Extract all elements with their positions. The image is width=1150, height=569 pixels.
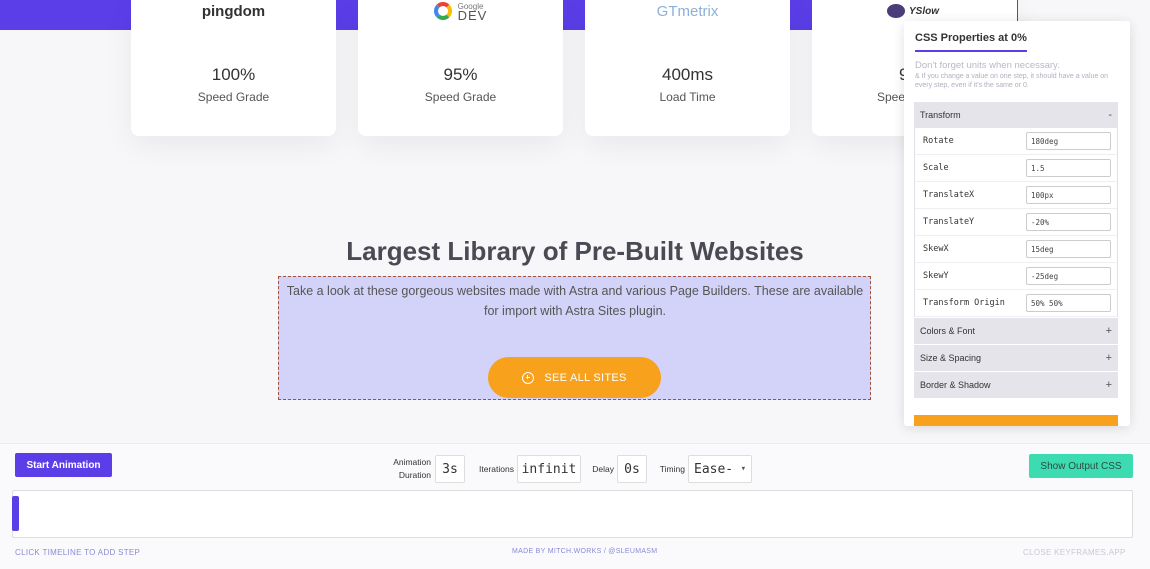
prop-row-scale: Scale 1.5 — [914, 155, 1118, 182]
collapse-icon: - — [1108, 109, 1112, 121]
metric-label: Speed Grade — [424, 90, 497, 104]
metric-label: Load Time — [659, 90, 716, 104]
panel-action-strip[interactable] — [914, 415, 1118, 426]
panel-title: CSS Properties at 0% — [915, 32, 1027, 52]
chevron-down-icon: ▾ — [740, 464, 746, 474]
plus-circle-icon — [522, 371, 535, 384]
expand-icon: + — [1105, 379, 1112, 391]
metric-value: 400ms — [661, 65, 714, 84]
accordion-size-spacing[interactable]: Size & Spacing + — [914, 345, 1118, 371]
prop-row-skewy: SkewY -25deg — [914, 263, 1118, 290]
skewy-input[interactable]: -25deg — [1026, 267, 1111, 285]
metric-value: 100% — [211, 65, 256, 84]
metric-label: Speed Grade — [197, 90, 270, 104]
prop-row-translatey: TranslateY -20% — [914, 209, 1118, 236]
css-properties-panel: CSS Properties at 0% Don't forget units … — [904, 21, 1130, 426]
panel-note: & If you change a value on one step, it … — [915, 73, 1109, 89]
duration-input[interactable]: 3s — [435, 455, 465, 483]
delay-label: Delay — [592, 464, 614, 474]
yslow-logo: YSlow — [812, 0, 1017, 22]
translatey-input[interactable]: -20% — [1026, 213, 1111, 231]
expand-icon: + — [1105, 352, 1112, 364]
see-all-sites-button[interactable]: SEE ALL SITES — [488, 357, 661, 398]
panel-hint: Don't forget units when necessary. — [915, 60, 1060, 71]
delay-input[interactable]: 0s — [617, 455, 647, 483]
timing-label: Timing — [659, 464, 685, 474]
translatex-input[interactable]: 100px — [1026, 186, 1111, 204]
prop-row-rotate: Rotate 180deg — [914, 128, 1118, 155]
gtmetrix-logo: GTmetrix — [656, 2, 719, 20]
expand-icon: + — [1105, 325, 1112, 337]
duration-label: Animation Duration — [393, 457, 431, 480]
start-animation-button[interactable]: Start Animation — [15, 453, 112, 477]
metric-card-gtmetrix: GTmetrix 400ms Load Time — [585, 0, 790, 136]
prop-row-transform-origin: Transform Origin 50% 50% — [914, 290, 1118, 317]
iterations-label: Iterations — [479, 464, 514, 474]
accordion-colors-font[interactable]: Colors & Font + — [914, 318, 1118, 344]
accordion-border-shadow[interactable]: Border & Shadow + — [914, 372, 1118, 398]
prop-row-translatex: TranslateX 100px — [914, 182, 1118, 209]
timeline-hint: CLICK TIMELINE TO ADD STEP — [15, 548, 141, 557]
close-keyframes-link[interactable]: CLOSE KEYFRAMES.APP — [1023, 548, 1126, 557]
credits-link[interactable]: MADE BY MITCH.WORKS / @SLEUMASM — [512, 548, 657, 555]
section-description: Take a look at these gorgeous websites m… — [286, 284, 864, 318]
yslow-icon — [887, 4, 905, 18]
show-output-css-button[interactable]: Show Output CSS — [1029, 454, 1133, 478]
metric-value: 95% — [443, 65, 478, 84]
google-dev-logo: Google DEV — [358, 0, 563, 22]
timing-select[interactable]: Ease- ▾ — [688, 455, 752, 483]
pingdom-logo: pingdom — [201, 2, 266, 20]
metric-card-pingdom: pingdom 100% Speed Grade — [131, 0, 336, 136]
metric-card-google-dev: Google DEV 95% Speed Grade — [358, 0, 563, 136]
accordion-transform[interactable]: Transform - — [914, 102, 1118, 128]
transform-origin-input[interactable]: 50% 50% — [1026, 294, 1111, 312]
timeline-step-marker[interactable] — [12, 496, 19, 531]
iterations-input[interactable]: infinit — [517, 455, 581, 483]
skewx-input[interactable]: 15deg — [1026, 240, 1111, 258]
timeline-track[interactable] — [12, 490, 1133, 538]
google-icon — [433, 2, 452, 20]
scale-input[interactable]: 1.5 — [1026, 159, 1111, 177]
prop-row-skewx: SkewX 15deg — [914, 236, 1118, 263]
rotate-input[interactable]: 180deg — [1026, 132, 1111, 150]
